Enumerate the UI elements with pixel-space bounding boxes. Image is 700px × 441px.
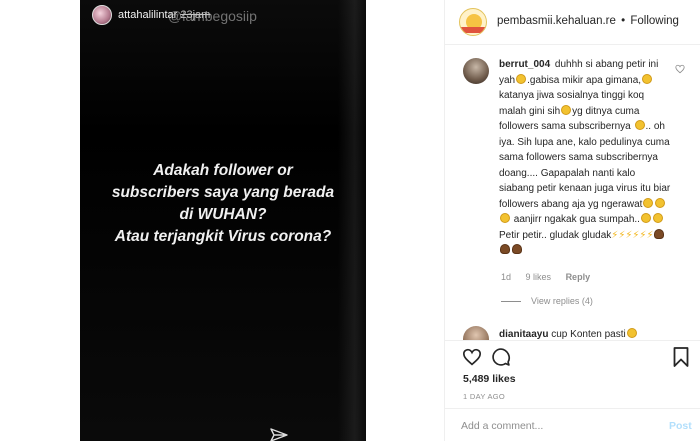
laughing-emoji-icon bbox=[500, 213, 510, 223]
heart-outline-icon[interactable] bbox=[462, 348, 482, 366]
comment-bubble-icon[interactable] bbox=[491, 347, 511, 367]
laughing-emoji-icon bbox=[652, 213, 663, 223]
following-button[interactable]: Following bbox=[630, 15, 679, 27]
commenter-username[interactable]: dianitaayu bbox=[499, 329, 548, 340]
story-text-line: Adakah follower or bbox=[153, 162, 293, 179]
post-date: 1 DAY AGO bbox=[463, 392, 506, 401]
story-text-line: di WUHAN? bbox=[179, 206, 267, 223]
account-avatar[interactable] bbox=[459, 8, 487, 36]
comment-text: .. oh iya. Sih lupa ane, kalo pedulinya … bbox=[499, 121, 671, 210]
bookmark-icon[interactable] bbox=[673, 347, 689, 367]
laughing-emoji-icon bbox=[643, 197, 654, 208]
commenter-username[interactable]: berrut_004 bbox=[499, 59, 550, 70]
laughing-emoji-icon bbox=[516, 73, 527, 84]
lightning-emoji-icon: ⚡ bbox=[646, 229, 654, 241]
lightning-emoji-icon: ⚡ bbox=[611, 229, 619, 241]
story-text-line: Atau terjangkit Virus corona? bbox=[114, 228, 332, 245]
laughing-emoji-icon bbox=[634, 120, 645, 130]
watermark: @lambegosiip bbox=[168, 8, 257, 24]
lightning-emoji-icon: ⚡ bbox=[632, 229, 640, 241]
lightning-emoji-icon: ⚡ bbox=[618, 229, 626, 241]
paper-plane-icon bbox=[270, 428, 288, 441]
comment-body: berrut_004 duhhh si abang petir ini yah.… bbox=[499, 57, 671, 259]
comment-text: Petir petir.. gludak gludak bbox=[499, 229, 612, 241]
avatar-band-graphic bbox=[460, 27, 486, 33]
likes-count[interactable]: 5,489 likes bbox=[463, 373, 516, 385]
post-button[interactable]: Post bbox=[669, 420, 692, 432]
comment-text: .gabisa mikir apa gimana, bbox=[527, 74, 642, 86]
comment-likes-count[interactable]: 9 likes bbox=[526, 272, 552, 282]
header-user-line: pembasmii.kehaluan.re • Following bbox=[497, 15, 679, 27]
add-comment-input[interactable] bbox=[461, 417, 651, 435]
lightning-emoji-icon: ⚡ bbox=[625, 229, 633, 241]
reply-button[interactable]: Reply bbox=[566, 272, 591, 282]
story-text: Adakah follower or subscribers saya yang… bbox=[80, 160, 366, 248]
comments-list[interactable]: berrut_004 duhhh si abang petir ini yah.… bbox=[445, 46, 700, 340]
separator-dot: • bbox=[621, 15, 626, 27]
poop-emoji-icon bbox=[512, 244, 522, 254]
poop-emoji-icon bbox=[654, 228, 665, 239]
view-replies-line bbox=[501, 301, 521, 303]
laughing-emoji-icon bbox=[655, 197, 666, 208]
poop-emoji-icon bbox=[500, 244, 510, 254]
lightning-emoji-icon: ⚡ bbox=[639, 229, 647, 241]
story-avatar bbox=[92, 5, 112, 25]
add-comment-bar: Post bbox=[445, 408, 700, 441]
comment-body: dianitaayu cup Konten pasti bbox=[499, 328, 638, 340]
story-text-line: subscribers saya yang berada bbox=[111, 184, 335, 201]
laughing-emoji-icon bbox=[561, 104, 572, 115]
laughing-emoji-icon bbox=[626, 328, 637, 338]
post-actions: 5,489 likes 1 DAY AGO Post bbox=[445, 340, 700, 441]
media-panel: attahalilintar 23jam @lambegosiip Adakah … bbox=[0, 0, 444, 441]
view-replies-button[interactable]: View replies (4) bbox=[501, 296, 593, 306]
laughing-emoji-icon bbox=[642, 73, 653, 84]
story-screenshot: attahalilintar 23jam @lambegosiip Adakah … bbox=[80, 0, 366, 441]
post-side-panel: pembasmii.kehaluan.re • Following berrut… bbox=[444, 0, 700, 441]
comment-like-heart-icon[interactable] bbox=[675, 64, 685, 74]
commenter-avatar[interactable] bbox=[463, 326, 489, 340]
post-header: pembasmii.kehaluan.re • Following bbox=[445, 0, 700, 45]
view-replies-label: View replies (4) bbox=[531, 296, 593, 306]
comment-text: aanjirr ngakak gua sumpah.. bbox=[511, 214, 640, 225]
commenter-avatar[interactable] bbox=[463, 58, 489, 84]
comment-age: 1d bbox=[501, 272, 512, 282]
comment-text: cup Konten pasti bbox=[551, 329, 626, 340]
account-username-link[interactable]: pembasmii.kehaluan.re bbox=[497, 15, 616, 27]
laughing-emoji-icon bbox=[640, 213, 651, 223]
comment-meta: 1d 9 likes Reply bbox=[501, 272, 602, 282]
